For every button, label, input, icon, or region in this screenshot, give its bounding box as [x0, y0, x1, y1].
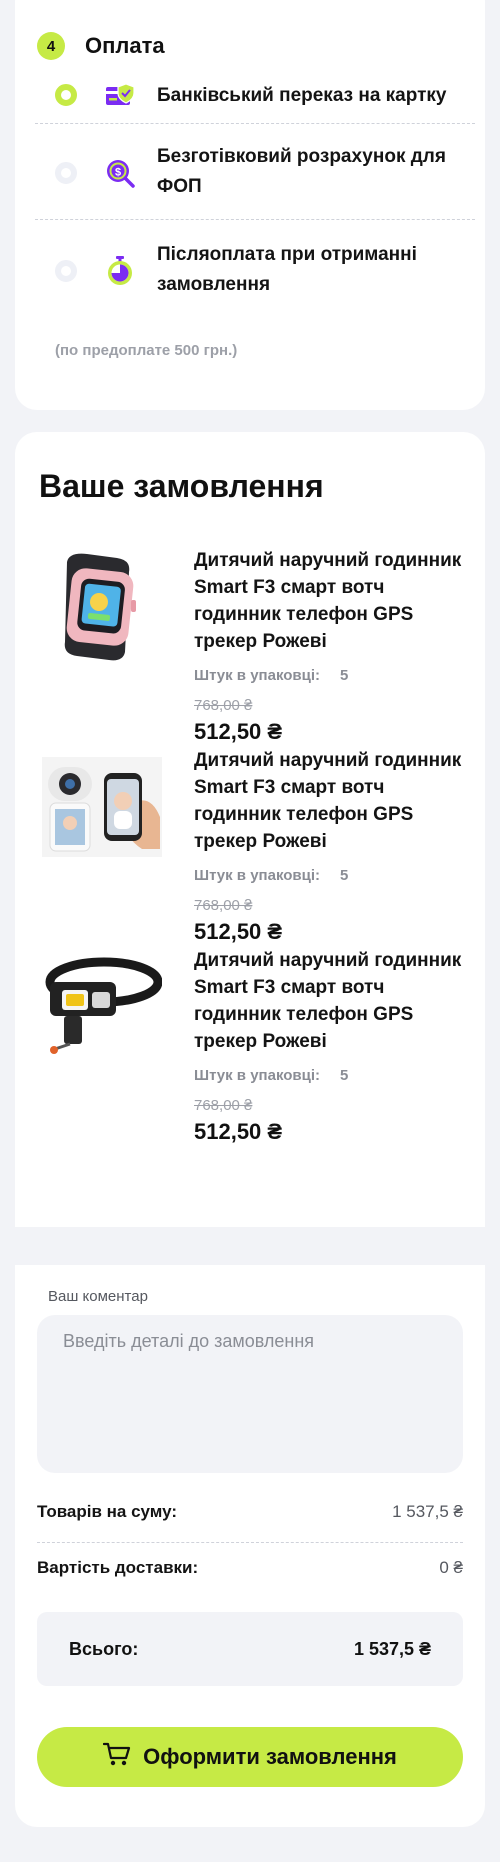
order-summary-section: Ваше замовлення Дитячий наручний годинни… [15, 432, 485, 1227]
payment-option-label: Банківський переказ на картку [157, 85, 447, 106]
order-item: Дитячий наручний годинник Smart F3 смарт… [39, 947, 469, 1157]
radio-unselected[interactable] [55, 162, 77, 184]
goods-sum-value: 1 537,5 ₴ [392, 1502, 463, 1521]
smartwatch-image [39, 547, 164, 667]
payment-note: (по предоплате 500 грн.) [55, 342, 238, 359]
order-title: Ваше замовлення [39, 468, 324, 504]
payment-title: Оплата [85, 33, 165, 58]
grand-total-label: Всього: [69, 1638, 139, 1659]
qty-value: 5 [340, 667, 349, 684]
product-old-price: 768,00 ₴ [194, 897, 253, 914]
place-order-label: Оформити замовлення [143, 1744, 397, 1769]
bank-card-shield-icon [105, 80, 135, 110]
payment-option-fop[interactable]: $ Безготівковий розрахунок для ФОП [35, 124, 475, 220]
baby-camera-image [39, 747, 164, 867]
svg-text:$: $ [115, 167, 121, 179]
delivery-cost-label: Вартість доставки: [37, 1558, 199, 1577]
grand-total-value: 1 537,5 ₴ [353, 1638, 431, 1659]
product-qty: Штук в упаковці: 5 [194, 867, 348, 884]
payment-option-label: Післяоплата при отриманні замовлення [157, 244, 417, 295]
comment-input[interactable] [37, 1315, 463, 1473]
order-item: Дитячий наручний годинник Smart F3 смарт… [39, 747, 469, 957]
goods-sum-label: Товарів на суму: [37, 1502, 178, 1521]
radio-selected[interactable] [55, 84, 77, 106]
product-name[interactable]: Дитячий наручний годинник Smart F3 смарт… [194, 547, 464, 655]
cart-icon [103, 1741, 131, 1773]
stopwatch-icon [105, 256, 135, 286]
comment-label: Ваш коментар [48, 1288, 148, 1305]
checkout-totals-section: Ваш коментар Товарів на суму: 1 537,5 ₴ … [15, 1265, 485, 1827]
product-price: 512,50 ₴ [194, 919, 283, 944]
product-name[interactable]: Дитячий наручний годинник Smart F3 смарт… [194, 747, 464, 855]
payment-section: 4 Оплата Банківський переказ на картку $ [15, 0, 485, 410]
product-qty: Штук в упаковці: 5 [194, 667, 348, 684]
product-name[interactable]: Дитячий наручний годинник Smart F3 смарт… [194, 947, 464, 1055]
qty-label: Штук в упаковці: [194, 667, 321, 684]
payment-option-cod[interactable]: Післяоплата при отриманні замовлення [35, 220, 475, 320]
step-badge: 4 [37, 32, 65, 60]
grand-total-box: Всього: 1 537,5 ₴ [37, 1612, 463, 1686]
payment-option-label: Безготівковий розрахунок для ФОП [157, 146, 446, 197]
qty-value: 5 [340, 1067, 349, 1084]
qty-label: Штук в упаковці: [194, 1067, 321, 1084]
payment-option-bank-transfer[interactable]: Банківський переказ на картку [35, 68, 475, 124]
product-price: 512,50 ₴ [194, 719, 283, 744]
product-old-price: 768,00 ₴ [194, 697, 253, 714]
qty-label: Штук в упаковці: [194, 867, 321, 884]
radio-unselected[interactable] [55, 260, 77, 282]
coin-search-icon: $ [105, 158, 135, 188]
divider [37, 1542, 463, 1543]
headlamp-image [39, 947, 164, 1067]
order-item: Дитячий наручний годинник Smart F3 смарт… [39, 547, 469, 757]
product-old-price: 768,00 ₴ [194, 1097, 253, 1114]
place-order-button[interactable]: Оформити замовлення [37, 1727, 463, 1787]
qty-value: 5 [340, 867, 349, 884]
goods-sum-row: Товарів на суму: 1 537,5 ₴ [37, 1497, 463, 1527]
delivery-cost-row: Вартість доставки: 0 ₴ [37, 1553, 463, 1583]
product-price: 512,50 ₴ [194, 1119, 283, 1144]
product-qty: Штук в упаковці: 5 [194, 1067, 348, 1084]
delivery-cost-value: 0 ₴ [439, 1558, 463, 1577]
